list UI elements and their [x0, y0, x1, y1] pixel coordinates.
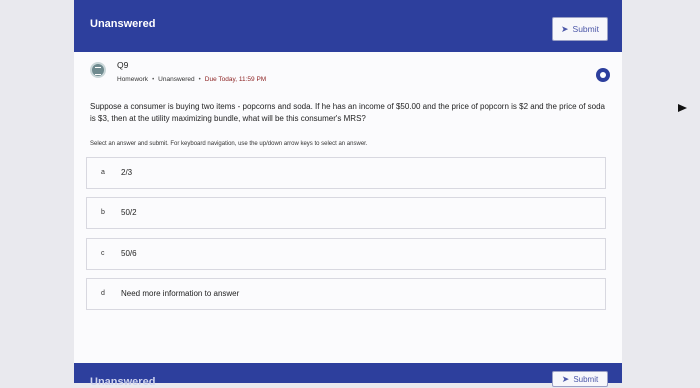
mouse-cursor-icon	[678, 104, 687, 112]
send-icon: ➤	[561, 373, 570, 384]
option-text: 2/3	[121, 168, 133, 177]
answer-option-a[interactable]: a 2/3	[86, 157, 606, 189]
option-text: Need more information to answer	[121, 289, 240, 298]
question-number: Q9	[117, 60, 129, 70]
footer-bar: Unanswered ➤ Submit	[74, 363, 622, 388]
question-type-icon	[90, 62, 106, 78]
header-title: Unanswered	[90, 18, 156, 30]
question-status: Unanswered	[158, 76, 195, 83]
answer-instructions: Select an answer and submit. For keyboar…	[90, 141, 368, 147]
question-card	[74, 0, 622, 383]
footer-submit-label: Submit	[573, 374, 599, 384]
footer-submit-button[interactable]: ➤ Submit	[552, 371, 608, 387]
send-icon: ➤	[560, 23, 569, 34]
question-meta: Homework • Unanswered • Due Today, 11:59…	[117, 76, 266, 83]
submit-button[interactable]: ➤ Submit	[552, 17, 608, 41]
option-letter: b	[101, 209, 105, 216]
card-header: Unanswered ➤ Submit	[74, 0, 622, 52]
answer-option-c[interactable]: c 50/6	[86, 238, 606, 270]
due-date: Due Today, 11:59 PM	[204, 76, 267, 83]
option-text: 50/2	[121, 208, 137, 217]
option-letter: a	[101, 169, 105, 176]
option-text: 50/6	[121, 249, 137, 258]
separator-dot-icon: •	[198, 76, 201, 83]
separator-dot-icon: •	[152, 76, 155, 83]
question-text: Suppose a consumer is buying two items -…	[90, 102, 605, 123]
submit-label: Submit	[572, 24, 599, 34]
option-letter: c	[101, 250, 105, 257]
answer-option-b[interactable]: b 50/2	[86, 197, 606, 229]
question-category: Homework	[117, 76, 149, 83]
footer-title: Unanswered	[90, 376, 156, 388]
option-letter: d	[101, 290, 105, 297]
answer-option-d[interactable]: d Need more information to answer	[86, 278, 606, 310]
flag-toggle-icon[interactable]	[596, 68, 610, 82]
